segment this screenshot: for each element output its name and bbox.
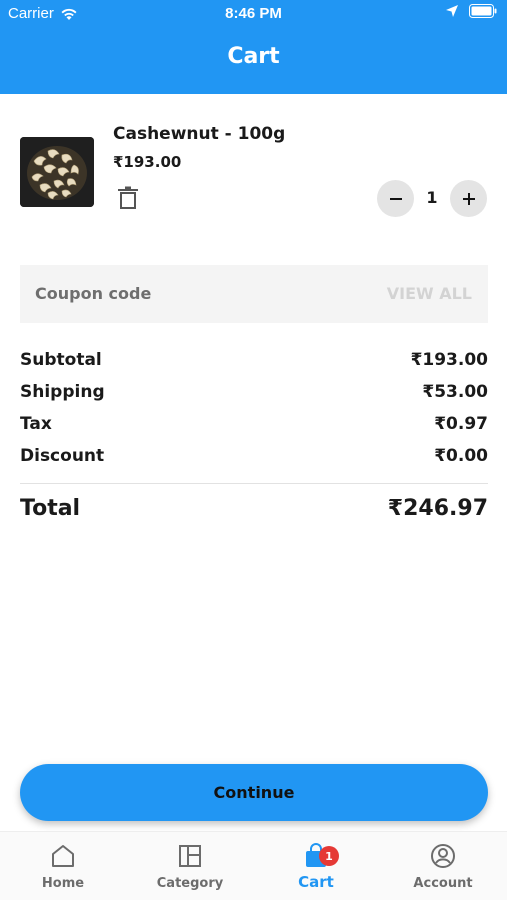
status-bar: Carrier 8:46 PM [0,0,507,28]
tax-label: Tax [20,414,52,434]
tab-category-label: Category [156,876,224,891]
app-header: Carrier 8:46 PM Cart [0,0,507,94]
coupon-field[interactable]: Coupon code VIEW ALL [20,265,488,323]
home-icon [52,845,74,867]
continue-button[interactable]: Continue [20,764,488,821]
tab-cart-label: Cart [298,873,334,891]
trash-icon[interactable] [117,186,139,210]
subtotal-value: ₹193.00 [410,350,488,370]
subtotal-label: Subtotal [20,350,102,370]
tab-cart[interactable]: Cart [253,832,379,900]
shipping-value: ₹53.00 [422,382,488,402]
minus-icon [389,197,402,200]
coupon-code-input[interactable]: Coupon code [35,284,151,303]
shipping-label: Shipping [20,382,105,402]
tax-row: Tax ₹0.97 [20,414,488,434]
total-label: Total [20,496,81,521]
view-all-coupons-button[interactable]: VIEW ALL [387,284,472,303]
discount-row: Discount ₹0.00 [20,446,488,466]
account-icon [431,844,455,868]
tax-value: ₹0.97 [434,414,488,434]
subtotal-row: Subtotal ₹193.00 [20,350,488,370]
decrease-quantity-button[interactable] [377,180,414,217]
bottom-tab-bar: Home Category Cart Account [0,831,507,900]
total-value: ₹246.97 [387,496,488,521]
location-icon [446,5,458,17]
battery-icon [469,4,497,18]
quantity-value: 1 [426,188,438,207]
discount-label: Discount [20,446,105,466]
page-title: Cart [227,44,280,69]
tab-home-label: Home [41,876,85,891]
summary-divider [20,483,488,484]
tab-home[interactable]: Home [0,832,126,900]
total-row: Total ₹246.97 [20,496,488,521]
cart-count-badge: 1 [319,846,339,866]
tab-category[interactable]: Category [127,832,253,900]
product-price: ₹193.00 [113,153,182,171]
tab-account-label: Account [413,876,473,891]
increase-quantity-button[interactable] [450,180,487,217]
tab-account[interactable]: Account [380,832,506,900]
status-right [445,4,497,18]
product-image [20,137,94,207]
shipping-row: Shipping ₹53.00 [20,382,488,402]
status-time: 8:46 PM [225,5,282,22]
plus-icon [462,192,475,205]
product-name: Cashewnut - 100g [113,124,286,144]
category-icon [179,845,201,867]
discount-value: ₹0.00 [434,446,488,466]
